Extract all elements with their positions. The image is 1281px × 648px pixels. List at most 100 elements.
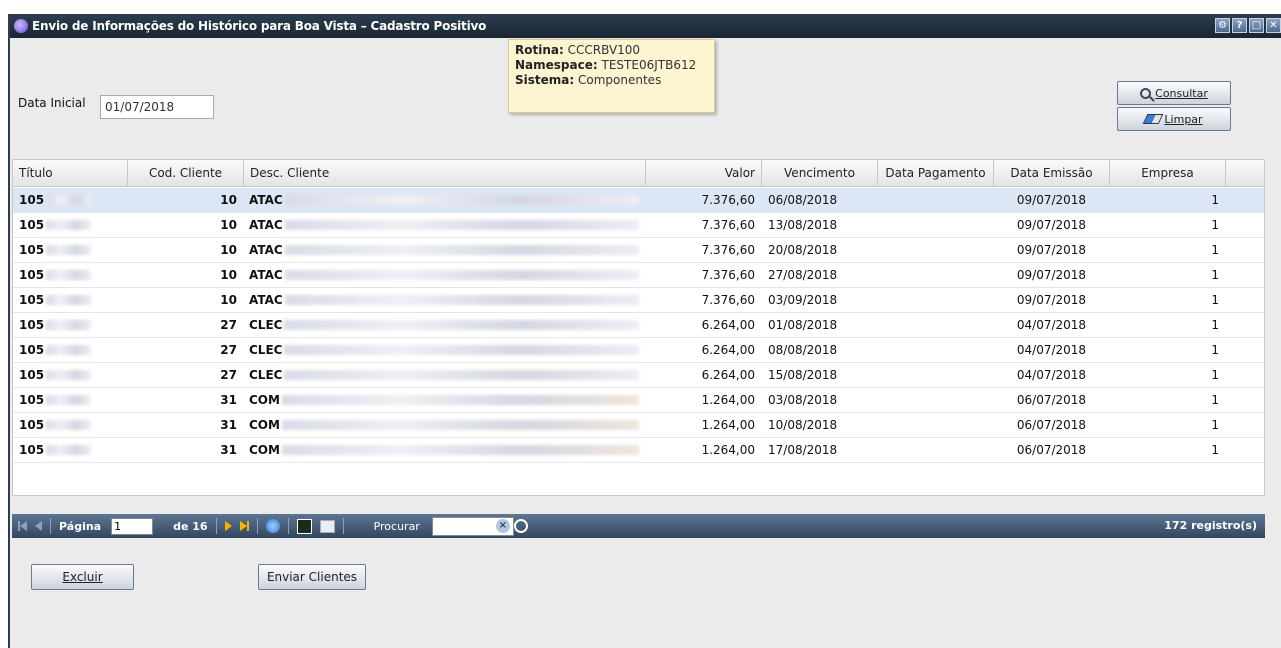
column-header-data-emissao[interactable]: Data Emissão [994,160,1110,186]
cell-empresa: 1 [1211,218,1219,232]
refresh-icon[interactable] [265,519,280,533]
table-row[interactable]: 105 27 CLEC 6.264,00 15/08/2018 04/07/2018 1 [13,363,1264,388]
cell-valor: 7.376,60 [701,293,755,307]
limpar-button[interactable]: Limpar [1117,107,1231,131]
cell-data-pagamento [878,388,994,412]
cell-titulo: 105 [13,288,128,312]
cell-data-pagamento [878,238,994,262]
next-page-icon[interactable] [224,521,232,531]
procurar-label[interactable]: Procurar [374,520,420,533]
excluir-button[interactable]: Excluir [31,564,134,590]
print-icon[interactable] [319,519,335,533]
column-header-desc-cliente[interactable]: Desc. Cliente [244,160,646,186]
toolbar-separator [342,518,344,534]
page-total-label: de 16 [173,519,208,533]
enviar-clientes-button[interactable]: Enviar Clientes [258,564,366,590]
table-row[interactable]: 105 10 ATAC 7.376,60 13/08/2018 09/07/2018 1 [13,213,1264,238]
cell-empresa: 1 [1211,243,1219,257]
column-header-vencimento[interactable]: Vencimento [762,160,878,186]
cell-vencimento: 17/08/2018 [768,443,838,457]
tooltip-namespace-label: Namespace: [515,58,598,72]
cell-vencimento: 03/09/2018 [768,293,838,307]
cell-desc-cliente: COM [244,388,646,412]
cell-valor: 1.264,00 [701,393,755,407]
close-icon[interactable]: ✕ [1266,18,1281,33]
pager-toolbar: Página de 16 Procurar × 172 registro(s) [12,514,1265,538]
cell-empresa: 1 [1211,268,1219,282]
table-row[interactable]: 105 31 COM 1.264,00 17/08/2018 06/07/2018 1 [13,438,1264,463]
column-header-valor[interactable]: Valor [646,160,762,186]
table-row[interactable]: 105 27 CLEC 6.264,00 01/08/2018 04/07/2018 1 [13,313,1264,338]
table-row[interactable]: 105 31 COM 1.264,00 10/08/2018 06/07/2018 1 [13,413,1264,438]
cell-data-emissao: 06/07/2018 [1016,418,1087,432]
cell-empresa: 1 [1211,418,1219,432]
cell-data-emissao: 04/07/2018 [1016,318,1087,332]
clear-search-icon[interactable]: × [495,519,510,533]
cell-data-pagamento [878,363,994,387]
help-icon[interactable]: ? [1232,18,1247,33]
cell-titulo: 105 [13,363,128,387]
prev-page-icon[interactable] [35,521,42,531]
results-grid: Título Cod. Cliente Desc. Cliente Valor … [12,159,1265,496]
excluir-label: Excluir [62,570,103,584]
toolbar-separator [287,518,289,534]
first-page-icon[interactable] [18,521,27,531]
cell-data-emissao: 09/07/2018 [1016,293,1087,307]
cell-cod-cliente: 10 [220,243,237,257]
toolbar-separator [215,518,217,534]
toolbar-separator [256,518,258,534]
cell-titulo: 105 [13,388,128,412]
maximize-icon[interactable]: □ [1249,18,1264,33]
cell-cod-cliente: 31 [220,418,237,432]
table-row[interactable]: 105 10 ATAC 7.376,60 03/09/2018 09/07/2018 1 [13,288,1264,313]
cell-cod-cliente: 10 [220,218,237,232]
cell-vencimento: 27/08/2018 [768,268,838,282]
tooltip-sistema-value: Componentes [578,73,662,87]
find-icon[interactable] [513,519,528,533]
table-row[interactable]: 105 10 ATAC 7.376,60 06/08/2018 09/07/2018 1 [13,188,1264,213]
cell-desc-cliente: ATAC [244,263,646,287]
cell-vencimento: 10/08/2018 [768,418,838,432]
cell-data-emissao: 04/07/2018 [1016,343,1087,357]
cell-valor: 7.376,60 [701,218,755,232]
data-inicial-label: Data Inicial [18,96,86,110]
cell-data-emissao: 06/07/2018 [1016,393,1087,407]
table-row[interactable]: 105 27 CLEC 6.264,00 08/08/2018 04/07/2018 1 [13,338,1264,363]
column-header-empresa[interactable]: Empresa [1110,160,1226,186]
last-page-icon[interactable] [239,521,249,531]
export-csv-icon[interactable] [296,518,312,534]
cell-cod-cliente: 10 [220,193,237,207]
column-header-titulo[interactable]: Título [13,160,128,186]
routine-tooltip: Rotina: CCCRBV100 Namespace: TESTE06JTB6… [508,39,715,113]
cell-data-emissao: 06/07/2018 [1016,443,1087,457]
cell-data-pagamento [878,313,994,337]
data-inicial-input[interactable] [100,95,214,119]
column-header-data-pagamento[interactable]: Data Pagamento [878,160,994,186]
title-bar: Envio de Informações do Histórico para B… [10,14,1281,38]
consultar-button[interactable]: Consultar [1117,81,1231,105]
cell-data-pagamento [878,188,994,212]
window-title: Envio de Informações do Histórico para B… [32,19,487,33]
cell-data-pagamento [878,338,994,362]
cell-cod-cliente: 27 [220,343,237,357]
cell-vencimento: 13/08/2018 [768,218,838,232]
cell-data-pagamento [878,413,994,437]
cell-data-emissao: 09/07/2018 [1016,243,1087,257]
cell-valor: 7.376,60 [701,243,755,257]
cell-desc-cliente: ATAC [244,213,646,237]
settings-icon[interactable]: ⚙ [1215,18,1230,33]
table-row[interactable]: 105 10 ATAC 7.376,60 20/08/2018 09/07/2018 1 [13,238,1264,263]
cell-empresa: 1 [1211,193,1219,207]
column-header-cod-cliente[interactable]: Cod. Cliente [128,160,244,186]
cell-valor: 6.264,00 [701,318,755,332]
window-controls: ⚙ ? □ ✕ [1215,18,1281,33]
table-row[interactable]: 105 10 ATAC 7.376,60 27/08/2018 09/07/2018 1 [13,263,1264,288]
record-count: 172 registro(s) [1164,519,1257,532]
cell-data-emissao: 09/07/2018 [1016,218,1087,232]
cell-empresa: 1 [1211,443,1219,457]
tooltip-rotina-label: Rotina: [515,43,564,57]
cell-desc-cliente: CLEC [244,313,646,337]
page-number-input[interactable] [111,517,154,535]
cell-titulo: 105 [13,438,128,462]
table-row[interactable]: 105 31 COM 1.264,00 03/08/2018 06/07/2018 1 [13,388,1264,413]
